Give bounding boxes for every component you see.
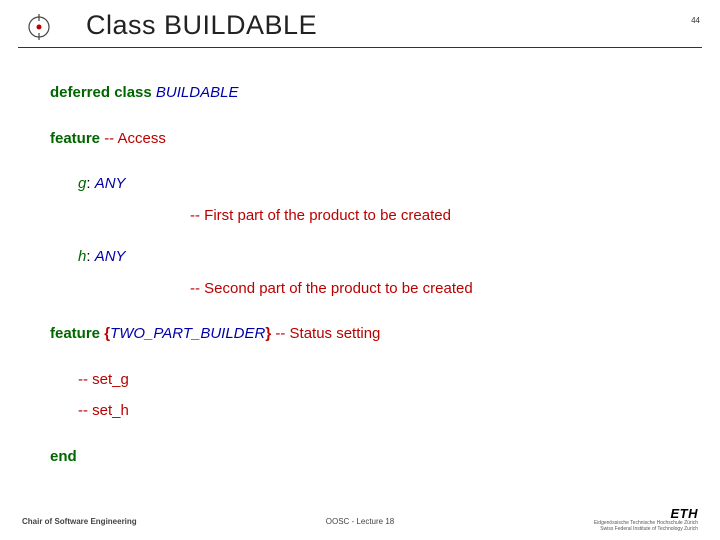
code-line: feature {TWO_PART_BUILDER} -- Status set…	[50, 321, 680, 347]
slide-header: Class BUILDABLE	[18, 0, 702, 48]
type-name: ANY	[95, 248, 126, 265]
colon: :	[86, 248, 94, 265]
code-line: g: ANY	[78, 171, 680, 197]
keyword: deferred class	[50, 84, 156, 101]
slide-footer: Chair of Software Engineering OOSC - Lec…	[0, 500, 720, 540]
code-line: h: ANY	[78, 244, 680, 270]
brace: }	[265, 325, 275, 342]
colon: :	[86, 175, 94, 192]
comment: -- Second part of the product to be crea…	[190, 280, 473, 297]
code-line: end	[50, 444, 680, 470]
keyword: feature	[50, 130, 104, 147]
code-block: deferred class BUILDABLE feature -- Acce…	[0, 48, 720, 469]
slide: Class BUILDABLE 44 deferred class BUILDA…	[0, 0, 720, 540]
slide-number: 44	[691, 16, 700, 25]
code-line: deferred class BUILDABLE	[50, 80, 680, 106]
comment: -- First part of the product to be creat…	[190, 207, 451, 224]
class-name: TWO_PART_BUILDER	[110, 325, 265, 342]
comment: -- Access	[104, 130, 166, 147]
comment: -- set_g	[78, 371, 129, 388]
slide-title: Class BUILDABLE	[86, 10, 672, 41]
footer-right: ETH Eidgenössische Technische Hochschule…	[594, 506, 698, 532]
class-name: BUILDABLE	[156, 84, 239, 101]
keyword: end	[50, 448, 77, 465]
code-line: -- Second part of the product to be crea…	[190, 276, 680, 302]
bullet-icon	[26, 14, 52, 45]
type-name: ANY	[95, 175, 126, 192]
eth-subtitle: Swiss Federal Institute of Technology Zu…	[594, 527, 698, 533]
comment: -- set_h	[78, 402, 129, 419]
comment: -- Status setting	[275, 325, 380, 342]
keyword: feature	[50, 325, 104, 342]
code-line: -- set_h	[78, 398, 680, 424]
code-line: -- First part of the product to be creat…	[190, 203, 680, 229]
code-line: -- set_g	[78, 367, 680, 393]
code-line: feature -- Access	[50, 126, 680, 152]
eth-logo: ETH	[594, 506, 698, 521]
